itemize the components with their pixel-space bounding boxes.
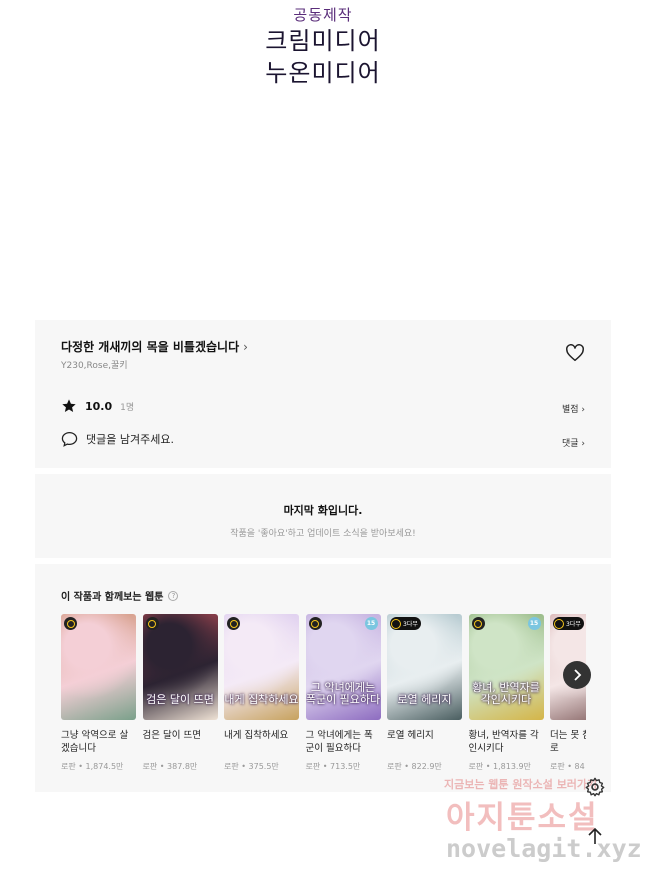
wait-days-label: 3다무 xyxy=(566,621,581,628)
help-icon[interactable]: ? xyxy=(168,590,179,601)
wait-free-icon xyxy=(64,617,77,630)
card-meta: 로판 • 822.9만 xyxy=(387,762,442,771)
card-meta: 로판 • 1,813.9만 xyxy=(468,762,531,771)
star-icon xyxy=(62,399,76,412)
wait-free-icon xyxy=(227,617,240,630)
wait-days-badge: 3다무 xyxy=(390,617,421,630)
recommendation-panel: 이 작품과 함께보는 웹툰 ? 그냥 악역으로 살겠습니다로판 • 1,874.… xyxy=(35,564,611,792)
rate-link[interactable]: 별점 › xyxy=(562,402,585,415)
recommendation-heading: 이 작품과 함께보는 웹툰 ? xyxy=(61,588,179,603)
comment-prompt-row[interactable]: 댓글을 남겨주세요. xyxy=(61,431,174,447)
recommendation-card[interactable]: 15 황녀, 반역자를 각인시키다 황녀, 반역자를 각인시키다 로판 • 1,813… xyxy=(468,614,544,772)
recommendation-carousel: 그냥 악역으로 살겠습니다 로판 • 1,874.5만 검은 달이 뜨면 검은 달이 … xyxy=(61,614,586,784)
wait-free-icon xyxy=(554,618,564,629)
rating-score: 10.0 xyxy=(85,399,113,413)
chevron-right-icon xyxy=(574,669,582,681)
card-meta: 로판 • 375.5만 xyxy=(224,762,279,771)
co-production-label: 공동제작 xyxy=(293,6,353,24)
card-title: 내게 집착하세요 xyxy=(224,730,289,741)
wait-days-badge: 3다무 xyxy=(553,617,584,630)
comment-link[interactable]: 댓글 › xyxy=(562,436,585,449)
heart-outline-icon[interactable] xyxy=(565,344,585,362)
studio-name-2: 누온미디어 xyxy=(265,59,381,87)
card-title: 그 악녀에게는 폭군이 필요하다 xyxy=(305,730,373,754)
last-episode-title: 마지막 화입니다. xyxy=(283,504,363,517)
chevron-right-icon: › xyxy=(581,405,585,415)
card-meta: 로판 • 84 xyxy=(550,762,585,771)
series-info-panel: 다정한 개새끼의 목을 비틀겠습니다 › Y230,Rose,꿀키 10.0 1… xyxy=(35,320,611,468)
cover-title-art: 내게 집착하세요 xyxy=(224,693,299,706)
wait-free-icon xyxy=(308,617,322,630)
comment-prompt: 댓글을 남겨주세요. xyxy=(86,433,174,446)
recommendation-card[interactable]: 검은 달이 뜨면 검은 달이 뜨면 로판 • 387.8만 xyxy=(142,614,218,772)
watermark-line-2: 아지툰소설 xyxy=(446,800,599,836)
cover-thumbnail: 15 황녀, 반역자를 각인시키다 xyxy=(468,614,544,720)
age-rating-badge: 15 xyxy=(527,617,541,630)
cover-title-art: 황녀, 반역자를 각인시키다 xyxy=(472,681,540,706)
recommendation-card[interactable]: 3다무 로열 헤리지 로열 헤리지 로판 • 822.9만 xyxy=(387,614,462,772)
carousel-next-button[interactable] xyxy=(563,661,591,689)
rate-link-label: 별점 xyxy=(561,405,579,415)
cover-thumbnail: 검은 달이 뜨면 xyxy=(142,614,218,720)
card-meta: 로판 • 713.5만 xyxy=(305,762,361,771)
wait-days-label: 3다무 xyxy=(403,621,418,628)
rating-count: 1명 xyxy=(120,402,135,413)
recommendation-card[interactable]: 내게 집착하세요 내게 집착하세요 로판 • 375.5만 xyxy=(224,614,299,772)
series-title-link[interactable]: 다정한 개새끼의 목을 비틀겠습니다 › xyxy=(61,338,248,355)
cover-thumbnail xyxy=(61,614,136,720)
cover-thumbnail: 내게 집착하세요 xyxy=(224,614,299,720)
chevron-right-icon: › xyxy=(581,439,585,449)
cover-title-art: 그 악녀에게는 폭군이 필요하다 xyxy=(305,681,381,706)
chevron-right-icon: › xyxy=(243,339,248,354)
wait-free-icon xyxy=(391,618,401,629)
site-watermark: 지금보는 웹툰 원작소설 보러가기 아지툰소설 novelagit.xyz xyxy=(420,776,646,885)
wait-free-icon xyxy=(471,617,485,630)
card-meta: 로판 • 387.8만 xyxy=(142,762,198,771)
recommendation-card[interactable]: 3다무더는 못 참지 않기로로판 • 84 xyxy=(550,614,586,772)
cover-title-art: 로열 헤리지 xyxy=(397,693,452,706)
rating-row: 10.0 1명 xyxy=(61,398,134,414)
cover-thumbnail: 3다무로열 헤리지 xyxy=(387,614,462,720)
card-title: 로열 헤리지 xyxy=(387,730,434,741)
cover-thumbnail: 15 그 악녀에게는 폭군이 필요하다 xyxy=(305,614,381,720)
wait-free-icon xyxy=(145,617,159,630)
recommendation-card[interactable]: 15 그 악녀에게는 폭군이 필요하다 그 악녀에게는 폭군이 필요하다 로판 • 7… xyxy=(305,614,381,772)
card-title: 더는 못 참지 않기로 xyxy=(550,730,586,754)
series-title: 다정한 개새끼의 목을 비틀겠습니다 xyxy=(61,340,240,354)
card-title: 황녀, 반역자를 각인시키다 xyxy=(468,730,539,754)
age-rating-badge: 15 xyxy=(364,617,378,630)
arrow-up-icon[interactable] xyxy=(586,826,604,846)
speech-bubble-icon xyxy=(61,431,78,447)
recommendation-heading-text: 이 작품과 함께보는 웹툰 xyxy=(61,592,164,603)
watermark-line-3: novelagit.xyz xyxy=(446,834,642,863)
credits-header: 공동제작 크림미디어 누온미디어 xyxy=(0,4,646,89)
studio-name-1: 크림미디어 xyxy=(265,27,381,55)
cover-title-art: 검은 달이 뜨면 xyxy=(146,693,214,706)
card-title: 그냥 악역으로 살겠습니다 xyxy=(61,730,129,754)
series-authors: Y230,Rose,꿀키 xyxy=(61,361,128,371)
comment-link-label: 댓글 xyxy=(561,439,579,449)
last-episode-subtitle: 작품을 '좋아요'하고 업데이트 소식을 받아보세요! xyxy=(230,529,416,539)
recommendation-card[interactable]: 그냥 악역으로 살겠습니다로판 • 1,874.5만 xyxy=(61,614,136,772)
gear-icon[interactable] xyxy=(584,776,606,798)
last-episode-panel: 마지막 화입니다. 작품을 '좋아요'하고 업데이트 소식을 받아보세요! xyxy=(35,474,611,558)
card-meta: 로판 • 1,874.5만 xyxy=(61,762,124,771)
card-title: 검은 달이 뜨면 xyxy=(142,730,201,741)
